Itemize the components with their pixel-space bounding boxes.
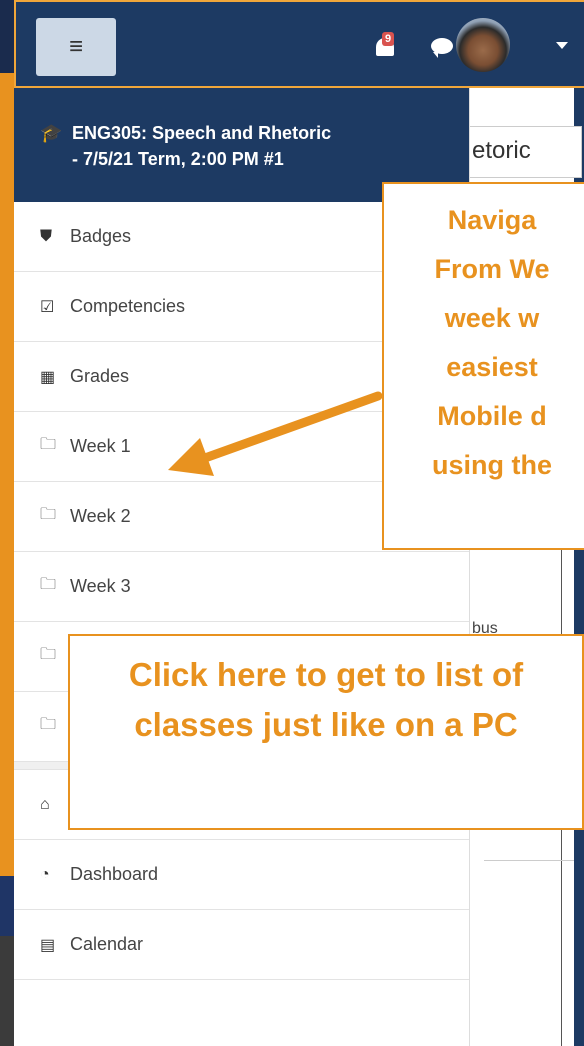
page-divider — [484, 860, 574, 861]
chat-bubble-icon[interactable] — [431, 38, 453, 58]
navigation-tip-line: From We — [434, 254, 550, 284]
classes-tip-text: Click here to get to list of classes jus… — [128, 656, 524, 743]
drawer-item-label: Week 3 — [70, 576, 131, 596]
folder-icon: 🗀 — [40, 436, 57, 453]
folder-icon: 🗀 — [40, 716, 57, 733]
page-title-fragment: etoric — [470, 126, 582, 178]
navigation-tip-line: Mobile d — [437, 401, 547, 431]
course-title: ENG305: Speech and Rhetoric - 7/5/21 Ter… — [72, 123, 332, 169]
drawer-item-label: Week 1 — [70, 436, 131, 456]
drawer-item-label: Dashboard — [70, 864, 159, 884]
notification-badge: 9 — [382, 32, 395, 46]
folder-icon: 🗀 — [40, 576, 57, 593]
checkbox-icon: ☑ — [40, 298, 55, 316]
drawer-item-calendar[interactable]: ▤ Calendar — [14, 910, 469, 980]
table-icon: ▦ — [40, 368, 56, 386]
drawer-item-dashboard[interactable]: ◔ Dashboard — [14, 840, 469, 910]
graduation-cap-icon: 🎓 — [40, 123, 63, 143]
classes-tip-callout: Click here to get to list of classes jus… — [68, 634, 584, 830]
navigation-tip-line: Naviga — [447, 205, 537, 235]
dashboard-icon: ◔ — [40, 865, 50, 883]
navigation-tip-line: using the — [432, 450, 552, 480]
navigation-tip-callout: Naviga From We week w easiest Mobile d using … — [382, 182, 584, 550]
folder-icon: 🗀 — [40, 646, 57, 663]
shield-icon: ⛊ — [40, 227, 53, 245]
notification-bell-icon[interactable]: 9 — [372, 32, 398, 60]
user-avatar[interactable] — [456, 18, 510, 72]
drawer-item-label: Week 2 — [70, 506, 131, 526]
navigation-tip-line: week w — [444, 303, 540, 333]
calendar-icon: ▤ — [40, 936, 56, 954]
folder-icon: 🗀 — [40, 506, 57, 523]
drawer-item-label: Competencies — [70, 296, 186, 316]
top-navbar: ≡ 9 — [14, 0, 584, 88]
hamburger-icon: ≡ — [68, 33, 83, 60]
drawer-item-label: Grades — [70, 366, 130, 386]
drawer-item-label: Calendar — [70, 934, 144, 954]
drawer-item-week-3[interactable]: 🗀 Week 3 — [14, 552, 469, 622]
drawer-item-label: Badges — [70, 226, 132, 246]
hamburger-menu-button[interactable]: ≡ — [36, 18, 116, 76]
home-icon: ⌂ — [40, 795, 50, 813]
caret-down-icon[interactable] — [556, 42, 568, 49]
navigation-tip-line: easiest — [446, 352, 538, 382]
